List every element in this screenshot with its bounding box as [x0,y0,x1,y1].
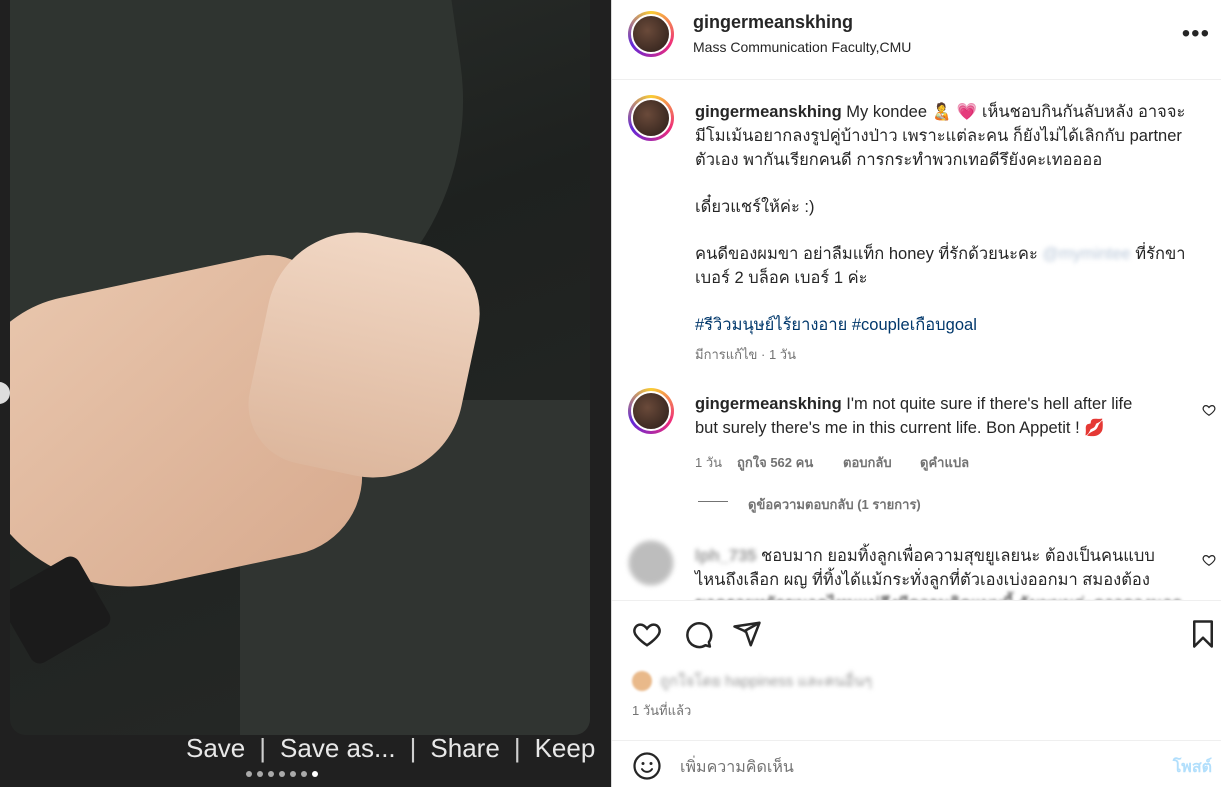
view-replies-button[interactable]: ดูข้อความตอบกลับ (1 รายการ) [748,494,921,515]
comment-like-icon[interactable] [1202,403,1216,417]
comment-line1: ชอบมาก ยอมทิ้งลูกเพื่อความสุขยูเลยนะ ต้อ… [761,547,1155,565]
caption-username[interactable]: gingermeanskhing [695,103,842,121]
liked-by-avatar [632,671,652,691]
separator: | [513,733,521,763]
photo-keep-label: Keep [534,733,596,763]
separator: | [409,733,417,763]
author-username[interactable]: gingermeanskhing [693,12,853,33]
comment-text: lph_735 ชอบมาก ยอมทิ้งลูกเพื่อความสุขยูเ… [695,544,1205,600]
comment-username[interactable]: lph_735 [695,547,756,565]
carousel-dot [268,771,274,777]
comment-line3: ขาดรอยหยักขนาดไหนแม่ถึงมีความคิดแบบนี้ ฉ… [695,592,1205,600]
caption-line4: เดี๋ยวแชร์ให้ค่ะ :) [695,198,815,216]
post-media: Save | Save as... | Share | Keep [0,0,611,787]
caption-mention[interactable]: @mymintee [1042,245,1130,263]
carousel-prev-button[interactable] [0,382,10,404]
photo-save-as-label: Save as... [280,733,396,763]
carousel-dot [301,771,307,777]
photo-share-label: Share [430,733,500,763]
comment-icon[interactable] [683,619,713,649]
comments-section: gingermeanskhing My kondee 🧑‍🍼 💗 เห็นชอบ… [612,80,1221,600]
post-header: gingermeanskhing Mass Communication Facu… [612,0,1221,80]
comment-text: gingermeanskhing I'm not quite sure if t… [695,392,1205,440]
photo-save-label: Save [186,733,246,763]
share-icon[interactable] [732,619,762,649]
replies-divider [698,501,728,502]
carousel-dot [246,771,252,777]
post-comment-button[interactable]: โพสต์ [1173,755,1212,780]
caption-text: gingermeanskhing My kondee 🧑‍🍼 💗 เห็นชอบ… [695,100,1205,337]
caption-line2: มีโมเม้นอยากลงรูปคู่บ้างป่าว เพราะแต่ละค… [695,127,1182,145]
separator: | [259,733,267,763]
carousel-dot-active [312,771,318,777]
comment-line2: ไหนถึงเลือก ผญ ที่ทิ้งได้แม้กระทั่งลูกที… [695,571,1150,589]
carousel-dots [246,771,318,777]
reply-button[interactable]: ตอบกลับ [843,452,892,473]
comment-time: 1 วัน [695,455,723,470]
post-photo [10,0,590,735]
caption-avatar[interactable] [628,95,674,141]
comment-avatar[interactable] [628,388,674,434]
caption-line3: ตัวเอง พากันเรียกคนดี การกระทำพวกเทอดีรึ… [695,151,1103,169]
caption-line5b: ที่รักขา [1135,245,1186,263]
comment-line2: but surely there's me in this current li… [695,419,1105,437]
post-timestamp: 1 วันที่แล้ว [632,703,692,718]
add-comment-bar: เพิ่มความคิดเห็น โพสต์ [612,740,1221,788]
translate-button[interactable]: ดูคำแปล [920,452,969,473]
bookmark-icon[interactable] [1188,619,1218,649]
caption-line5a: คนดีของผมขา อย่าลืมแท็ก honey ที่รักด้วย… [695,245,1038,263]
author-avatar[interactable] [628,11,674,57]
comment-input[interactable]: เพิ่มความคิดเห็น [680,755,794,780]
carousel-dot [290,771,296,777]
caption-line1: My kondee 🧑‍🍼 💗 เห็นชอบกินกันลับหลัง อาจ… [846,103,1186,121]
carousel-dot [257,771,263,777]
post-detail-panel: gingermeanskhing Mass Communication Facu… [611,0,1221,787]
carousel-dot [279,771,285,777]
comment-avatar[interactable] [628,540,674,586]
caption-meta: มีการแก้ไข · 1 วัน [695,347,796,362]
comment-likes[interactable]: ถูกใจ 562 คน [737,452,813,473]
heart-icon[interactable] [632,619,662,649]
liked-by-row[interactable]: ถูกใจโดย happiness และคนอื่นๆ [632,669,872,693]
post-location[interactable]: Mass Communication Faculty,CMU [693,39,911,55]
emoji-icon[interactable] [632,751,662,781]
more-horizontal-icon[interactable]: ••• [1182,20,1210,48]
comment-username[interactable]: gingermeanskhing [695,395,842,413]
comment-like-icon[interactable] [1202,553,1216,567]
photo-overlay-controls: Save | Save as... | Share | Keep [186,733,595,764]
caption-hashtags[interactable]: #รีวิวมนุษย์ไร้ยางอาย #coupleเกือบgoal [695,313,1205,337]
caption-line6: เบอร์ 2 บล็อค เบอร์ 1 ค่ะ [695,269,868,287]
comment-line1: I'm not quite sure if there's hell after… [846,395,1133,413]
liked-by-text[interactable]: ถูกใจโดย happiness และคนอื่นๆ [660,669,872,693]
post-actions: ถูกใจโดย happiness และคนอื่นๆ 1 วันที่แล… [612,600,1221,741]
